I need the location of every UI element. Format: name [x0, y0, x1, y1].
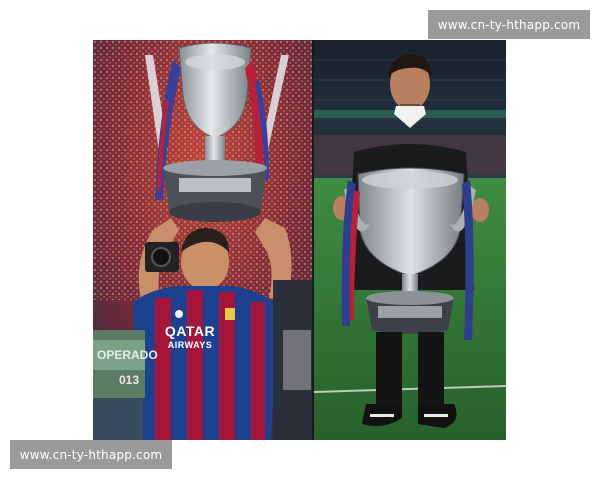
left-photo-panel: QATAR AIRWAYS OPERADO 013	[93, 40, 314, 440]
stadium-board-text: OPERADO	[97, 348, 158, 362]
collage-photo: QATAR AIRWAYS OPERADO 013	[93, 40, 506, 440]
watermark-top: www.cn-ty-hthapp.com	[428, 10, 590, 39]
right-photo-panel	[314, 40, 506, 440]
watermark-bottom: www.cn-ty-hthapp.com	[10, 440, 172, 469]
right-photo-scene	[314, 40, 506, 440]
stadium-board-number: 013	[119, 373, 140, 387]
shirt-sponsor-subtext: AIRWAYS	[167, 340, 213, 350]
shirt-sponsor-text: QATAR	[164, 323, 216, 339]
